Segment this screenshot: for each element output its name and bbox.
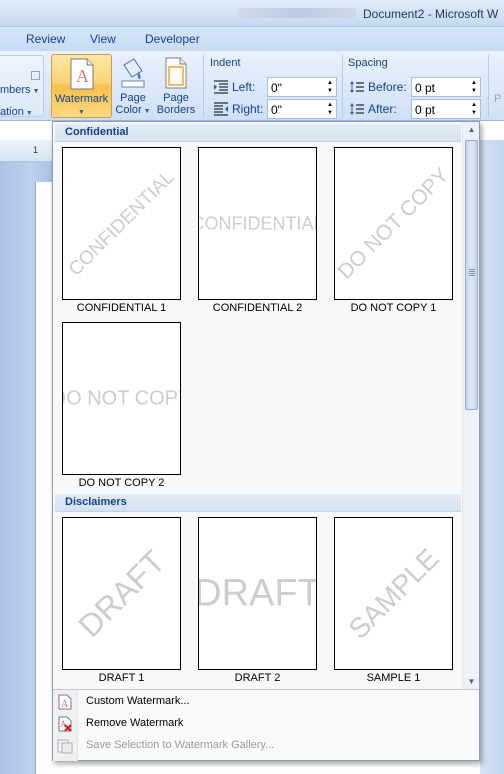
hyphenation-button[interactable]: ation ▼	[0, 106, 33, 118]
dialog-launcher-icon[interactable]	[31, 71, 40, 80]
spacing-before-label: Before:	[368, 80, 407, 94]
watermark-thumb-confidential-1[interactable]: CONFIDENTIAL	[62, 147, 181, 300]
indent-right-icon	[214, 102, 228, 116]
save-selection-to-gallery-menu-item: Save Selection to Watermark Gallery...	[53, 735, 479, 757]
remove-watermark-icon: A	[58, 716, 72, 732]
scroll-up-icon[interactable]: ▲	[463, 123, 480, 137]
indent-right-label: Right:	[232, 102, 264, 116]
thumb-caption: CONFIDENTIAL 1	[76, 302, 167, 314]
ribbon-separator	[203, 55, 204, 117]
paragraph-group-partial: mbers ▼ ation ▼	[0, 55, 44, 118]
page-color-button[interactable]: Page Color ▼	[114, 54, 152, 118]
watermark-preview-text: SAMPLE	[342, 542, 445, 645]
watermark-thumb-sample-1[interactable]: SAMPLE	[334, 517, 453, 670]
custom-watermark-icon: A	[58, 694, 72, 710]
spacing-before-icon	[350, 81, 364, 93]
spin-arrows-icon[interactable]: ▲ ▼	[470, 79, 478, 95]
tab-review[interactable]: Review	[26, 32, 65, 46]
watermark-preview-text: CONFIDENTIAL	[198, 213, 317, 233]
gallery-section-header: Disclaimers	[55, 494, 461, 512]
title-bar: Document2 - Microsoft W	[0, 0, 504, 27]
ribbon-separator	[488, 55, 489, 117]
watermark-label: Watermark	[54, 93, 109, 105]
ribbon-tab-row: Review View Developer	[0, 27, 504, 51]
ribbon-partial-label: P	[494, 93, 502, 105]
spacing-group-title: Spacing	[348, 57, 388, 69]
page-borders-icon	[165, 57, 187, 89]
window-title: Document2 - Microsoft W	[363, 7, 499, 21]
spacing-after-input[interactable]: 0 pt ▲ ▼	[411, 99, 481, 119]
spacing-after-icon	[350, 103, 364, 115]
indent-left-row: Left: 0" ▲ ▼	[214, 77, 338, 97]
indent-left-input[interactable]: 0" ▲ ▼	[267, 77, 337, 97]
paint-bucket-icon	[121, 58, 145, 88]
ribbon: mbers ▼ ation ▼ A Watermark ▼ Page Color ▼ P…	[0, 51, 504, 121]
indent-left-icon	[214, 80, 228, 94]
thumb-caption: SAMPLE 1	[366, 672, 421, 684]
remove-watermark-menu-item[interactable]: A Remove Watermark	[53, 713, 479, 735]
watermark-preview-text: DRAFT	[198, 572, 317, 614]
indent-left-label: Left:	[232, 80, 256, 94]
spin-arrows-icon[interactable]: ▲ ▼	[326, 79, 334, 95]
spacing-after-row: After: 0 pt ▲ ▼	[350, 99, 482, 119]
thumb-caption: DO NOT COPY 2	[78, 477, 165, 489]
spacing-before-row: Before: 0 pt ▲ ▼	[350, 77, 482, 97]
ruler-mark: 1	[33, 145, 39, 155]
chevron-down-icon: ▼	[78, 109, 85, 116]
gallery-scrollbar[interactable]: ▲ ▼	[462, 122, 479, 690]
gallery-section-header: Confidential	[55, 124, 461, 142]
blurred-title-text	[238, 8, 356, 18]
watermark-preview-text: DRAFT	[70, 542, 172, 644]
svg-text:A: A	[76, 66, 89, 86]
svg-text:A: A	[61, 699, 69, 710]
ribbon-separator	[342, 55, 343, 117]
page-borders-button[interactable]: Page Borders	[154, 54, 198, 118]
custom-watermark-menu-item[interactable]: A Custom Watermark...	[53, 691, 479, 713]
spin-arrows-icon[interactable]: ▲ ▼	[326, 101, 334, 117]
watermark-preview-text: CONFIDENTIAL	[64, 166, 178, 280]
tab-developer[interactable]: Developer	[145, 32, 200, 46]
watermark-thumb-draft-2[interactable]: DRAFT	[198, 517, 317, 670]
section-title-confidential: Confidential	[65, 126, 129, 138]
svg-text:A: A	[60, 719, 67, 729]
section-title-disclaimers: Disclaimers	[65, 496, 127, 508]
indent-group-title: Indent	[210, 57, 241, 69]
right-panel-strip	[480, 140, 504, 774]
scroll-down-icon[interactable]: ▼	[463, 675, 480, 689]
watermark-button[interactable]: A Watermark ▼	[51, 54, 112, 118]
watermark-preview-text: DO NOT COPY	[334, 163, 453, 284]
save-to-gallery-icon	[57, 739, 73, 754]
scrollbar-thumb[interactable]	[465, 140, 478, 410]
watermark-thumb-do-not-copy-2[interactable]: DO NOT COPY	[62, 322, 181, 475]
thumb-caption: DO NOT COPY 1	[350, 302, 437, 314]
thumb-caption: DRAFT 2	[234, 672, 281, 684]
tab-view[interactable]: View	[90, 32, 116, 46]
watermark-thumb-do-not-copy-1[interactable]: DO NOT COPY	[334, 147, 453, 300]
watermark-preview-text: DO NOT COPY	[63, 387, 180, 409]
watermark-gallery: Confidential CONFIDENTIAL CONFIDENTIAL 1…	[52, 121, 480, 761]
spin-arrows-icon[interactable]: ▲ ▼	[470, 101, 478, 117]
spacing-before-input[interactable]: 0 pt ▲ ▼	[411, 77, 481, 97]
gallery-menu: A Custom Watermark... A Remove Watermark…	[53, 689, 479, 761]
spacing-after-label: After:	[368, 102, 397, 116]
thumb-caption: DRAFT 1	[98, 672, 145, 684]
watermark-icon: A	[70, 58, 93, 90]
horizontal-ruler: 1	[0, 140, 54, 162]
indent-right-row: Right: 0" ▲ ▼	[214, 99, 338, 119]
watermark-thumb-draft-1[interactable]: DRAFT	[62, 517, 181, 670]
indent-right-input[interactable]: 0" ▲ ▼	[267, 99, 337, 119]
line-numbers-button[interactable]: mbers ▼	[0, 84, 40, 96]
watermark-thumb-confidential-2[interactable]: CONFIDENTIAL	[198, 147, 317, 300]
thumb-caption: CONFIDENTIAL 2	[212, 302, 303, 314]
